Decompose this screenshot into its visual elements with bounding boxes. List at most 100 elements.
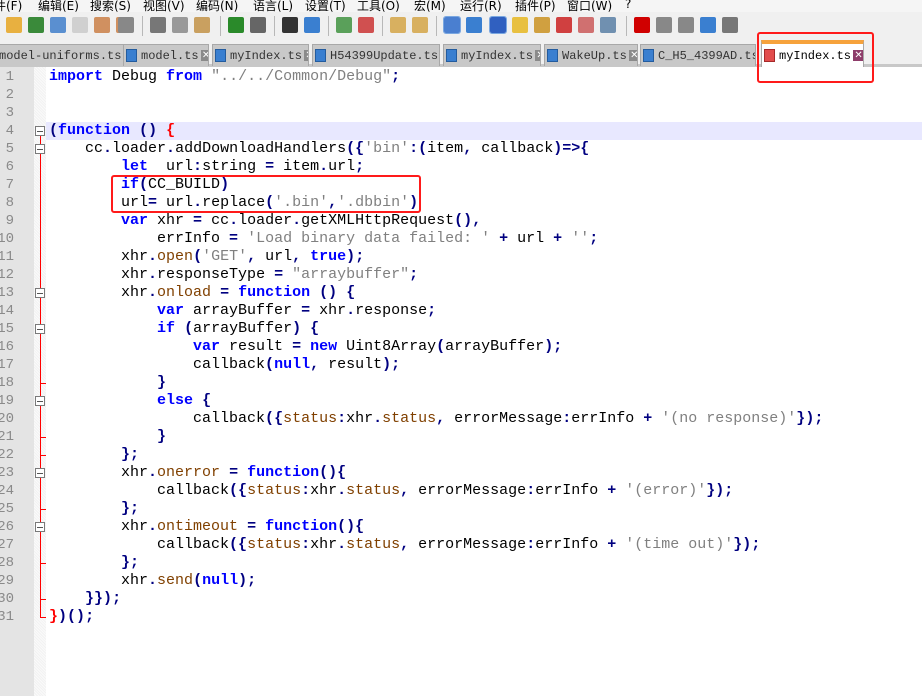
show-all-chars-icon[interactable]	[466, 17, 482, 33]
toolbar-separator	[274, 16, 275, 36]
line-number: 28	[0, 555, 14, 571]
code-line: else {	[157, 392, 212, 409]
line-number: 19	[0, 393, 14, 409]
toolbar-separator	[328, 16, 329, 36]
line-number: 3	[5, 105, 14, 121]
tab-label: myIndex.ts	[461, 48, 534, 63]
word-wrap-icon[interactable]	[443, 16, 461, 34]
play-macro-icon[interactable]	[678, 17, 694, 33]
close-icon[interactable]	[94, 17, 110, 33]
annotation-box-code	[111, 175, 421, 213]
code-line: }	[157, 428, 167, 445]
paste-icon[interactable]	[194, 17, 210, 33]
code-line: xhr.onerror = function(){	[49, 464, 347, 481]
fold-collapse-icon[interactable]	[35, 522, 45, 532]
fold-collapse-icon[interactable]	[35, 468, 45, 478]
save-icon[interactable]	[50, 17, 66, 33]
toolbar-separator	[142, 16, 143, 36]
code-line: let url:string = item.url;	[121, 158, 365, 175]
document-map-icon[interactable]	[534, 17, 550, 33]
fold-collapse-icon[interactable]	[35, 144, 45, 154]
copy-icon[interactable]	[172, 17, 188, 33]
menu-item[interactable]: ?	[625, 0, 631, 11]
toolbar-separator	[382, 16, 383, 36]
run-macro-multiple-icon[interactable]	[700, 17, 716, 33]
code-editor[interactable]: import Debug from "../../Common/Debug";(…	[46, 67, 922, 696]
monitoring-icon[interactable]	[600, 17, 616, 33]
line-number: 23	[0, 465, 14, 481]
line-number: 24	[0, 483, 14, 499]
code-line: xhr.send(null);	[49, 572, 257, 589]
code-line: cc.loader.addDownloadHandlers({'bin':(it…	[49, 140, 590, 157]
folder-as-workspace-icon[interactable]	[578, 17, 594, 33]
new-file-icon[interactable]	[6, 17, 22, 33]
replace-icon[interactable]	[304, 17, 320, 33]
toolbar-separator	[220, 16, 221, 36]
toolbar-separator	[436, 16, 437, 36]
open-file-icon[interactable]	[28, 17, 44, 33]
code-line: xhr.ontimeout = function(){	[49, 518, 365, 535]
undo-icon[interactable]	[228, 17, 244, 33]
tab-c_h5_4399ad-ts[interactable]: C_H5_4399AD.ts✕	[640, 44, 756, 66]
fold-end-marker	[40, 437, 46, 438]
line-number: 10	[0, 231, 14, 247]
fold-collapse-icon[interactable]	[35, 126, 45, 136]
line-number: 16	[0, 339, 14, 355]
tab-myindex-ts[interactable]: myIndex.ts✕	[443, 44, 541, 66]
tab-h54399update-ts[interactable]: H54399Update.ts✕	[312, 44, 440, 66]
line-number: 4	[5, 123, 14, 139]
fold-collapse-icon[interactable]	[35, 288, 45, 298]
close-tab-icon[interactable]: ✕	[535, 50, 540, 61]
line-number: 15	[0, 321, 14, 337]
record-macro-icon[interactable]	[634, 17, 650, 33]
stop-record-icon[interactable]	[656, 17, 672, 33]
line-number: 14	[0, 303, 14, 319]
zoom-in-icon[interactable]	[336, 17, 352, 33]
sync-horizontal-icon[interactable]	[412, 17, 428, 33]
code-line: xhr.responseType = "arraybuffer";	[49, 266, 419, 283]
fold-end-marker	[40, 509, 46, 510]
line-number: 7	[5, 177, 14, 193]
save-macro-icon[interactable]	[722, 17, 738, 33]
tab-model-ts[interactable]: model.ts✕	[123, 44, 209, 66]
code-line: callback(null, result);	[49, 356, 401, 373]
user-defined-language-icon[interactable]	[512, 17, 528, 33]
line-number: 2	[5, 87, 14, 103]
indent-guide-icon[interactable]	[489, 16, 507, 34]
save-all-icon[interactable]	[72, 17, 88, 33]
fold-collapse-icon[interactable]	[35, 396, 45, 406]
find-icon[interactable]	[282, 17, 298, 33]
file-icon	[126, 49, 137, 62]
sync-vertical-icon[interactable]	[390, 17, 406, 33]
fold-collapse-icon[interactable]	[35, 324, 45, 334]
annotation-box-tab	[757, 32, 874, 83]
tab-myindex-ts[interactable]: myIndex.ts✕	[212, 44, 309, 66]
code-line: if (arrayBuffer) {	[157, 320, 320, 337]
line-number: 12	[0, 267, 14, 283]
line-number: 8	[5, 195, 14, 211]
redo-icon[interactable]	[250, 17, 266, 33]
cut-icon[interactable]	[150, 17, 166, 33]
line-number: 11	[0, 249, 14, 265]
tab-wakeup-ts[interactable]: WakeUp.ts ✕	[544, 44, 638, 66]
line-number: 20	[0, 411, 14, 427]
code-line: var arrayBuffer = xhr.response;	[157, 302, 437, 319]
function-list-icon[interactable]	[556, 17, 572, 33]
tab-label: H54399Update.ts	[330, 48, 439, 63]
print-icon[interactable]	[118, 17, 134, 33]
file-icon	[643, 49, 654, 62]
line-number: 30	[0, 591, 14, 607]
fold-end-marker	[40, 563, 46, 564]
line-number: 5	[5, 141, 14, 157]
fold-end-marker	[40, 599, 46, 600]
close-tab-icon[interactable]: ✕	[628, 50, 637, 61]
close-tab-icon[interactable]: ✕	[304, 50, 308, 61]
zoom-out-icon[interactable]	[358, 17, 374, 33]
code-line: };	[121, 500, 140, 517]
code-line: var xhr = cc.loader.getXMLHttpRequest(),	[121, 212, 482, 229]
code-line: callback({status:xhr.status, errorMessag…	[49, 482, 734, 499]
tab-model-uniforms-ts[interactable]: model-uniforms.ts✕	[0, 44, 125, 66]
close-tab-icon[interactable]: ✕	[200, 50, 208, 61]
line-number: 18	[0, 375, 14, 391]
